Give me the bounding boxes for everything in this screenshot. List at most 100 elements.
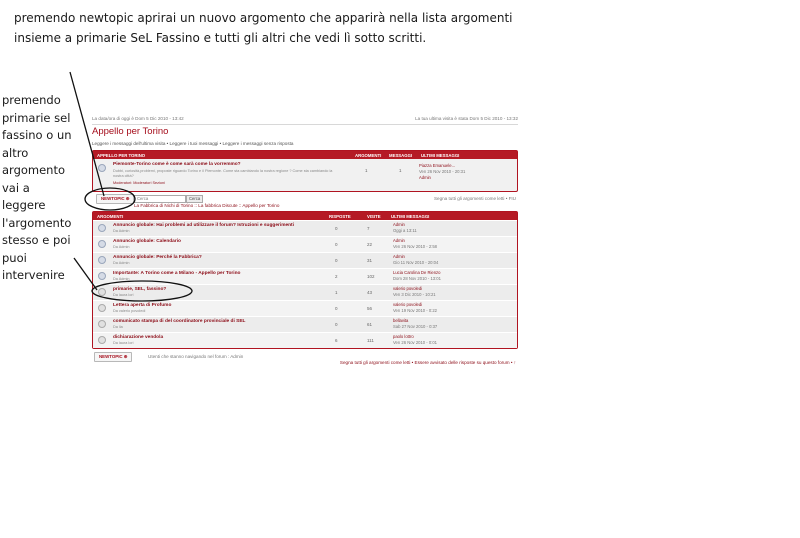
topic-author[interactable]: Da laura lori: [113, 293, 133, 297]
topic-list: Annuncio globale: Hai problemi ad utiliz…: [93, 220, 517, 348]
topic-title[interactable]: Annuncio globale: Perché la Fabbrica?: [113, 255, 202, 260]
nav-links[interactable]: Leggere i messaggi dell'ultima visita • …: [92, 141, 293, 146]
topic-replies: 0: [335, 306, 338, 311]
topic-prefix: Annuncio globale:: [113, 239, 155, 244]
forum-screenshot: La data/ora di oggi è Dom 5 Dic 2010 - 1…: [90, 114, 520, 366]
forum-status-icon: [98, 164, 106, 172]
annotation-top-text: premendo newtopic aprirai un nuovo argom…: [14, 11, 513, 45]
topic-author[interactable]: Da Admin: [113, 261, 129, 265]
topic-views: 111: [367, 338, 374, 343]
topic-last-post: Admin Ven 26 Nov 2010 - 2:58: [393, 238, 437, 250]
topic-views: 31: [367, 258, 373, 263]
topic-title[interactable]: Annuncio globale: Hai problemi ad utiliz…: [113, 223, 294, 228]
topic-views: 43: [367, 290, 373, 295]
topic-replies: 2: [335, 274, 338, 279]
newtopic-button-bottom[interactable]: NEWTOPIC ⊕: [94, 352, 133, 362]
header-topics-name: ARGOMENTI: [97, 214, 124, 219]
header-topics: ARGOMENTI: [355, 153, 382, 158]
topic-replies: 0: [335, 226, 338, 231]
topic-author[interactable]: Da lia: [113, 325, 123, 329]
topic-replies: 6: [335, 338, 338, 343]
header-forum-name: APPELLO PER TORINO: [97, 153, 146, 158]
topic-last-date: Ven 26 Nov 2010 - 2:58: [393, 244, 438, 249]
topic-views: 102: [367, 274, 375, 279]
topic-author[interactable]: Da Admin: [113, 245, 129, 249]
topic-last-date: Ven 3 Dic 2010 - 10:21: [393, 292, 436, 297]
topic-title[interactable]: dichiarazione vendola: [113, 335, 163, 340]
topic-title[interactable]: Lettera aperta di Profumo: [113, 303, 171, 308]
topic-prefix: Importante:: [113, 271, 140, 276]
topic-last-post: bellavita Sab 27 Nov 2010 - 0:37: [393, 318, 437, 330]
topic-author[interactable]: Da laura lori: [113, 341, 133, 345]
topic-last-date: Sab 27 Nov 2010 - 0:37: [393, 324, 438, 329]
topic-row[interactable]: dichiarazione vendola Da laura lori 6 111 pa…: [93, 332, 517, 348]
search-button[interactable]: Cerca: [186, 195, 204, 203]
subforum-last-post: Piazza Emanuele... Ven 26 Nov 2010 - 20:…: [419, 163, 465, 181]
topic-title-text[interactable]: Perché la Fabbrica?: [156, 255, 202, 260]
topic-last-date: Ven 19 Nov 2010 - 0:22: [393, 308, 438, 313]
subforum-last-author[interactable]: Admin: [419, 175, 465, 181]
topic-title-text[interactable]: Calendario: [156, 239, 181, 244]
page-title[interactable]: Appello per Torino: [92, 126, 168, 137]
topic-row[interactable]: comunicato stampa di del coordinatore pr…: [93, 316, 517, 332]
topic-views: 22: [367, 242, 373, 247]
topic-title[interactable]: primarie, SEL, fassino?: [113, 287, 166, 292]
topic-replies: 1: [335, 290, 338, 295]
header-posts: MESSAGGI: [389, 153, 413, 158]
newtopic-button[interactable]: NEWTOPIC ⊕: [96, 194, 135, 204]
annotation-left-text: premendo primarie sel fassino o un altro…: [2, 93, 72, 282]
topic-prefix: Annuncio globale:: [113, 255, 155, 260]
header-views: VISITE: [367, 214, 381, 219]
topic-prefix: Annuncio globale:: [113, 223, 155, 228]
breadcrumb[interactable]: La Fabbrica di Nichi di Torino :: La fab…: [134, 203, 279, 208]
topic-status-icon: [98, 240, 106, 248]
topic-status-icon: [98, 224, 106, 232]
mark-read-link[interactable]: Segna tutti gli argomenti come letti • F…: [434, 196, 516, 201]
subforum-title[interactable]: Piemonte-Torino come è come sarà come la…: [113, 162, 241, 167]
topic-views: 56: [367, 306, 373, 311]
online-users: Utenti che stanno navigando nel forum : …: [148, 354, 244, 359]
header-replies: RISPOSTE: [329, 214, 351, 219]
topic-views: 7: [367, 226, 370, 231]
topic-status-icon: [98, 304, 106, 312]
topic-row[interactable]: Annuncio globale: Calendario Da Admin 0 22 A…: [93, 236, 517, 252]
header-last: ULTIMI MESSAGGI: [421, 153, 460, 158]
divider: [92, 124, 518, 125]
topic-title-text[interactable]: primarie, SEL, fassino?: [113, 287, 166, 292]
topic-row[interactable]: Importante: A Torino come a Milano - App…: [93, 268, 517, 284]
search-input[interactable]: Cerca: [134, 195, 186, 203]
topic-row[interactable]: Lettera aperta di Profumo Da valerio povo…: [93, 300, 517, 316]
topic-views: 61: [367, 322, 373, 327]
subforum-moderators[interactable]: Moderatori: Moderatori Sezioni: [113, 181, 165, 185]
topic-replies: 0: [335, 242, 338, 247]
topic-last-date: Dom 28 Nov 2010 - 13:01: [393, 276, 441, 281]
topic-last-post: valerio povoledi Ven 19 Nov 2010 - 0:22: [393, 302, 437, 314]
footer-links[interactable]: Segna tutti gli argomenti come letti • E…: [340, 360, 516, 365]
topic-title[interactable]: Importante: A Torino come a Milano - App…: [113, 271, 240, 276]
subforum-block: APPELLO PER TORINO ARGOMENTI MESSAGGI UL…: [92, 150, 518, 192]
topic-last-post: Admin Oggi a 13:11: [393, 222, 417, 234]
topic-author[interactable]: Da Admin: [113, 277, 129, 281]
topic-row[interactable]: primarie, SEL, fassino? Da laura lori 1 43 v…: [93, 284, 517, 300]
topic-author[interactable]: Da valerio povoledi: [113, 309, 145, 313]
topic-author[interactable]: Da Admin: [113, 229, 129, 233]
topic-title-text[interactable]: A Torino come a Milano - Appello per Tor…: [141, 271, 241, 276]
subforum-topics-count: 1: [365, 168, 368, 173]
subforum-header: APPELLO PER TORINO ARGOMENTI MESSAGGI UL…: [93, 151, 517, 159]
topic-last-post: valerio povoledi Ven 3 Dic 2010 - 10:21: [393, 286, 436, 298]
visit-info: La data/ora di oggi è Dom 5 Dic 2010 - 1…: [92, 116, 518, 123]
topic-row[interactable]: Annuncio globale: Perché la Fabbrica? Da …: [93, 252, 517, 268]
topic-status-icon: [98, 320, 106, 328]
topic-title-text[interactable]: Lettera aperta di Profumo: [113, 303, 171, 308]
topic-last-post: Lucia Carolina De Rienzo Dom 28 Nov 2010 …: [393, 270, 441, 282]
topic-replies: 0: [335, 258, 338, 263]
topic-status-icon: [98, 288, 106, 296]
topic-status-icon: [98, 256, 106, 264]
topic-row[interactable]: Annuncio globale: Hai problemi ad utiliz…: [93, 220, 517, 236]
topic-title[interactable]: Annuncio globale: Calendario: [113, 239, 181, 244]
topic-title-text[interactable]: comunicato stampa di del coordinatore pr…: [113, 319, 245, 324]
topic-last-post: Admin Gio 11 Nov 2010 - 20:04: [393, 254, 438, 266]
topic-title-text[interactable]: Hai problemi ad utilizzare il forum? Ist…: [156, 223, 294, 228]
topic-title[interactable]: comunicato stampa di del coordinatore pr…: [113, 319, 245, 324]
topic-title-text[interactable]: dichiarazione vendola: [113, 335, 163, 340]
